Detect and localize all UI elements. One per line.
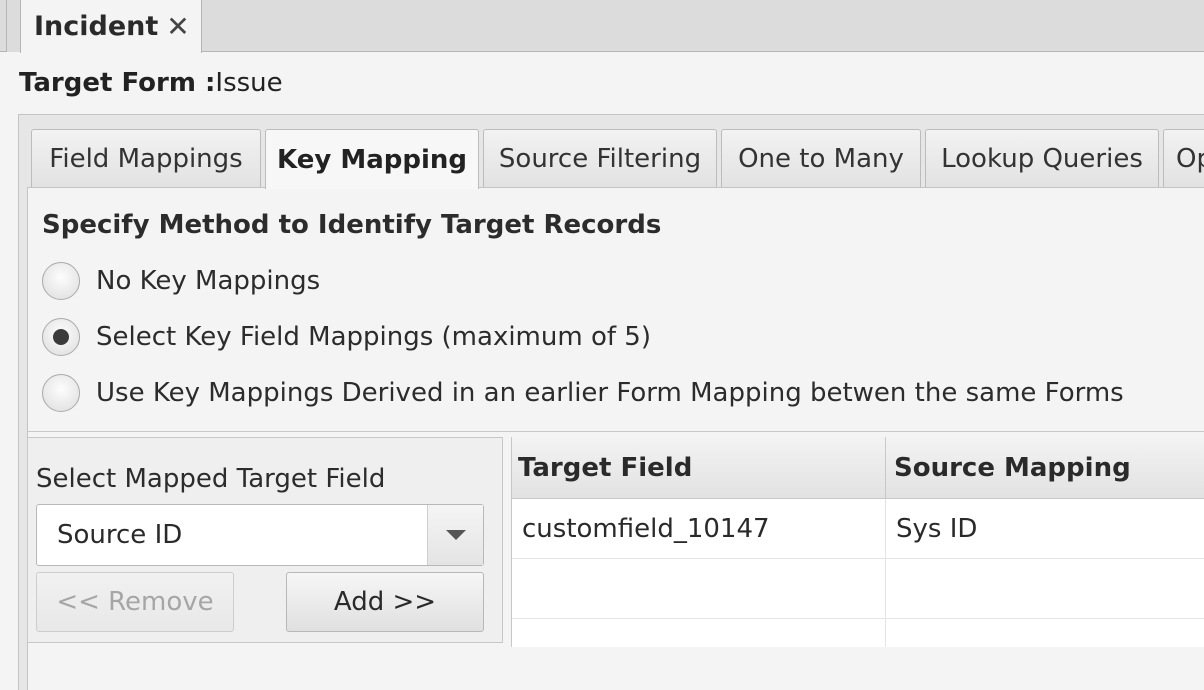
- selector-label: Select Mapped Target Field: [36, 464, 386, 494]
- chevron-down-icon: [445, 530, 466, 540]
- table-cell: [512, 559, 886, 619]
- target-field-selector: Select Mapped Target Field Source ID << …: [27, 437, 503, 643]
- target-form-line: Target Form :Issue: [19, 68, 283, 98]
- radio-button[interactable]: [42, 374, 80, 412]
- method-section: Specify Method to Identify Target Record…: [28, 188, 1204, 432]
- table-cell: [512, 619, 886, 647]
- close-icon[interactable]: ✕: [166, 10, 189, 43]
- target-form-label: Target Form :: [19, 68, 216, 98]
- radio-button[interactable]: [42, 262, 80, 300]
- table-cell: [886, 559, 1204, 619]
- mapping-config-panel: Field Mappings Key Mapping Source Filter…: [18, 114, 1204, 690]
- table-row[interactable]: [512, 619, 1204, 647]
- key-mapping-table[interactable]: Target Field Source Mapping customfield_…: [511, 437, 1204, 647]
- tab-one-to-many[interactable]: One to Many: [721, 129, 921, 187]
- radio-label: Use Key Mappings Derived in an earlier F…: [96, 378, 1124, 408]
- tab-source-filtering[interactable]: Source Filtering: [483, 129, 717, 187]
- tab-key-mapping[interactable]: Key Mapping: [265, 129, 479, 189]
- tab-strip-edge: [6, 0, 20, 52]
- dropdown-button[interactable]: [427, 505, 483, 565]
- document-tab-incident[interactable]: Incident ✕: [20, 0, 202, 53]
- tab-field-mappings[interactable]: Field Mappings: [31, 129, 261, 187]
- table-cell: [886, 619, 1204, 647]
- radio-select-key-field-mappings[interactable]: Select Key Field Mappings (maximum of 5): [42, 318, 651, 356]
- radio-no-key-mappings[interactable]: No Key Mappings: [42, 262, 320, 300]
- document-tab-label: Incident: [34, 11, 159, 42]
- tab-lookup-queries[interactable]: Lookup Queries: [925, 129, 1159, 187]
- table-cell: Sys ID: [896, 514, 978, 544]
- tab-options-partial[interactable]: Op: [1163, 129, 1204, 187]
- target-field-dropdown[interactable]: Source ID: [36, 504, 484, 566]
- document-tab-strip: Incident ✕: [0, 0, 1204, 53]
- column-header-target-field[interactable]: Target Field: [512, 437, 886, 499]
- table-row[interactable]: [512, 559, 1204, 619]
- add-button[interactable]: Add >>: [286, 572, 484, 632]
- radio-label: Select Key Field Mappings (maximum of 5): [96, 322, 651, 352]
- radio-label: No Key Mappings: [96, 266, 321, 296]
- table-header: Target Field Source Mapping: [512, 437, 1204, 499]
- radio-button-selected[interactable]: [42, 318, 80, 356]
- target-form-value: Issue: [215, 68, 283, 98]
- column-header-source-mapping[interactable]: Source Mapping: [886, 437, 1204, 499]
- table-row[interactable]: customfield_10147 Sys ID: [512, 499, 1204, 559]
- dropdown-value: Source ID: [57, 520, 183, 550]
- remove-button[interactable]: << Remove: [36, 572, 234, 632]
- method-title: Specify Method to Identify Target Record…: [42, 210, 662, 240]
- radio-derived-key-mappings[interactable]: Use Key Mappings Derived in an earlier F…: [42, 374, 1124, 412]
- table-cell: customfield_10147: [512, 499, 886, 559]
